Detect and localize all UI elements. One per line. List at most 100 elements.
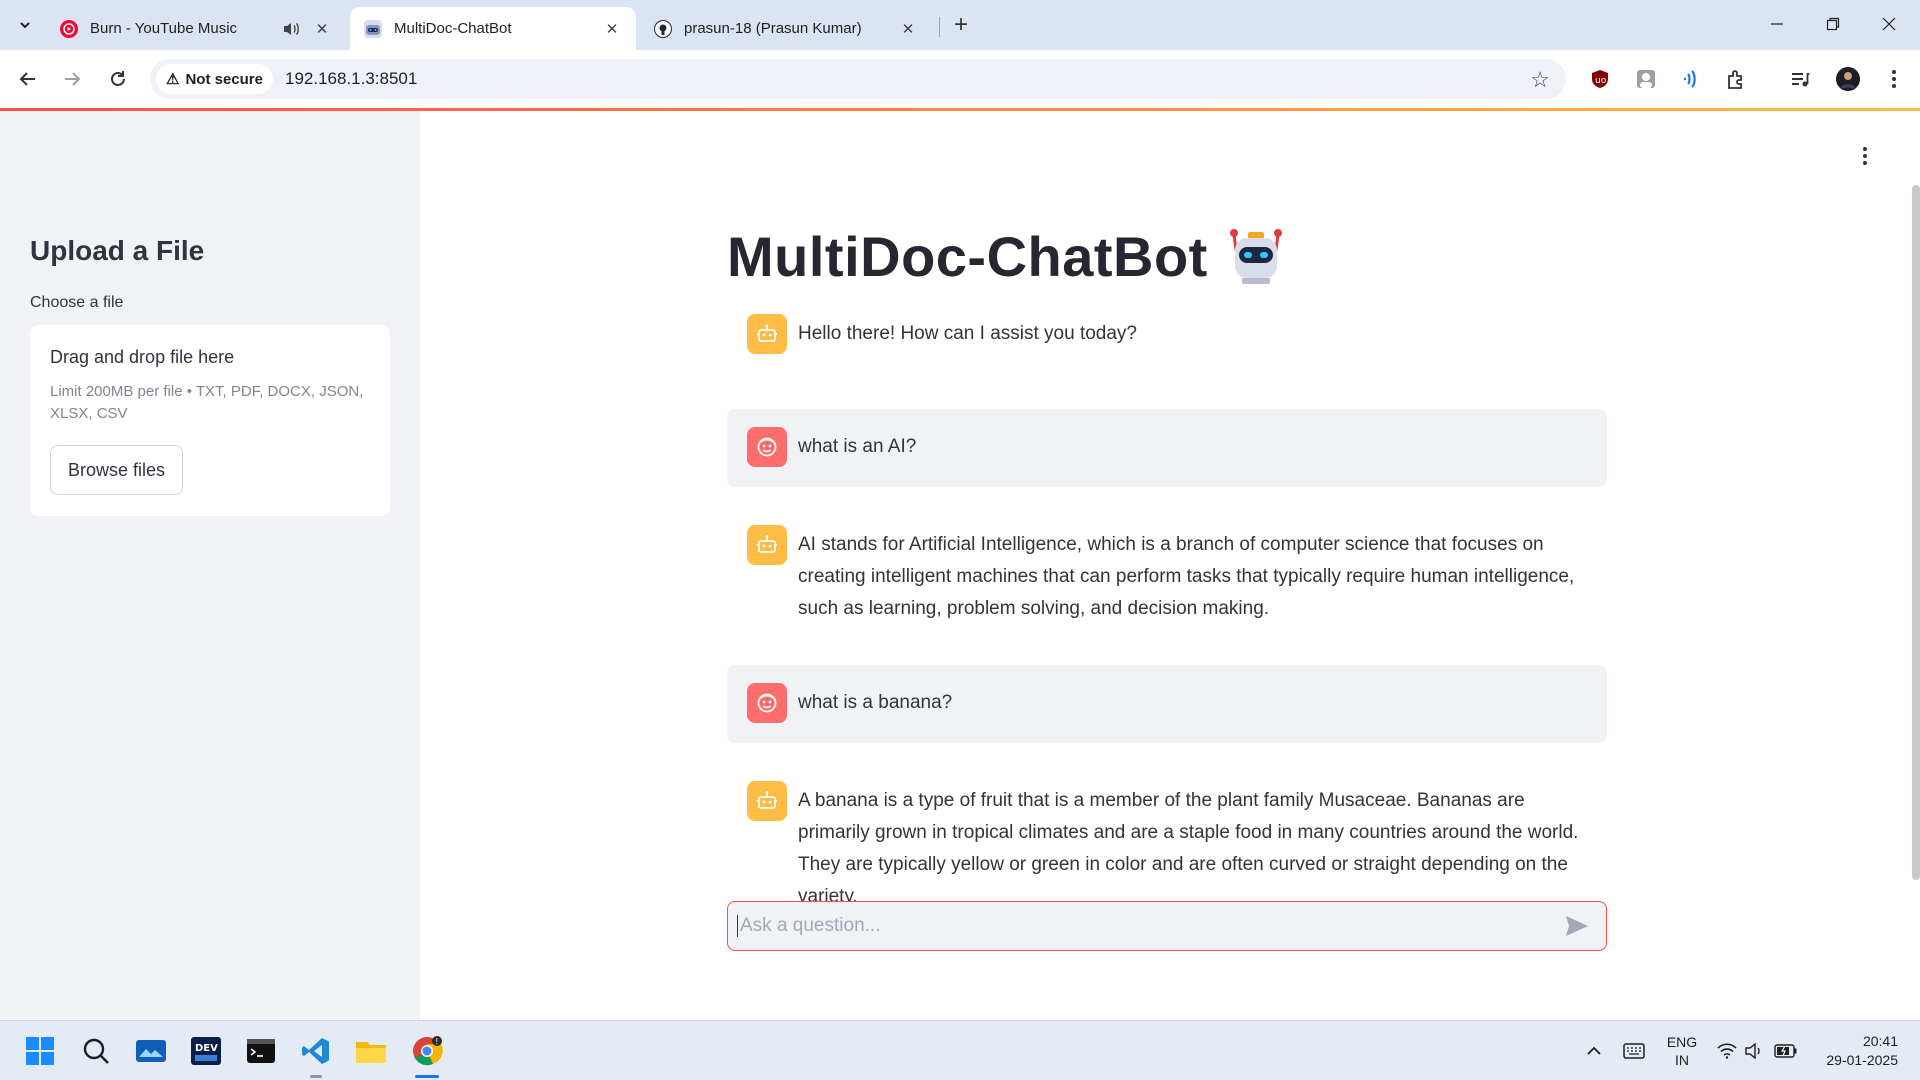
profile-avatar[interactable] <box>1834 65 1862 93</box>
read-aloud-extension-icon[interactable] <box>1676 65 1704 93</box>
close-tab-icon[interactable]: ✕ <box>898 19 918 39</box>
user-avatar-icon <box>747 427 787 467</box>
youtube-music-icon <box>60 19 78 38</box>
clock-time: 20:41 <box>1862 1033 1898 1049</box>
chat-message-assistant: AI stands for Artificial Intelligence, w… <box>727 507 1607 643</box>
file-explorer-icon[interactable] <box>353 1033 389 1069</box>
robot-emoji-icon <box>1229 228 1282 284</box>
github-icon <box>654 19 672 38</box>
page-title: MultiDoc-ChatBot <box>727 224 1284 289</box>
forward-button[interactable] <box>56 63 88 95</box>
browser-menu-icon[interactable] <box>1880 65 1908 93</box>
minimize-icon <box>1771 23 1783 25</box>
reload-icon <box>111 71 125 86</box>
language-indicator[interactable]: ENG IN <box>1662 1021 1702 1080</box>
tab-github[interactable]: prasun-18 (Prasun Kumar) ✕ <box>640 7 932 50</box>
dropzone-title: Drag and drop file here <box>50 347 235 367</box>
browse-files-button[interactable]: Browse files <box>50 445 183 495</box>
scrollbar[interactable] <box>1912 185 1920 880</box>
close-icon <box>1882 17 1896 31</box>
message-text: what is a banana? <box>798 692 953 713</box>
speaker-icon[interactable] <box>280 19 302 39</box>
tab-separator <box>939 17 940 37</box>
widgets-icon[interactable] <box>133 1033 169 1069</box>
new-tab-button[interactable]: + <box>946 10 976 40</box>
warning-triangle-icon: ⚠ <box>166 71 180 88</box>
menu-dot <box>1863 154 1867 158</box>
running-indicator <box>310 1075 322 1078</box>
wifi-icon[interactable] <box>1714 1021 1740 1080</box>
tab-multidoc-chatbot[interactable]: MultiDoc-ChatBot ✕ <box>350 7 636 50</box>
os-taskbar: DEV ! ENG IN 20:41 29-01-2025 <box>0 1020 1920 1080</box>
menu-dot <box>1863 161 1867 165</box>
clock-date: 29-01-2025 <box>1826 1052 1898 1068</box>
region-label: IN <box>1675 1052 1689 1068</box>
message-text: Hello there! How can I assist you today? <box>798 323 1138 344</box>
windows-start-icon[interactable] <box>22 1033 58 1069</box>
svg-text:!: ! <box>435 1037 438 1046</box>
robot-icon <box>364 19 382 38</box>
arrow-right-icon <box>65 72 81 86</box>
ublock-extension-icon[interactable]: uo <box>1586 65 1614 93</box>
file-uploader-label: Choose a file <box>30 294 124 311</box>
close-window-button[interactable] <box>1866 8 1912 40</box>
message-text: A banana is a type of fruit that is a me… <box>798 790 1579 907</box>
restore-button[interactable] <box>1810 8 1856 40</box>
menu-dot <box>1863 147 1867 151</box>
minimize-button[interactable] <box>1754 8 1800 40</box>
arrow-left-icon <box>19 72 35 86</box>
message-text: AI stands for Artificial Intelligence, w… <box>798 534 1575 619</box>
address-bar[interactable]: ⚠ Not secure 192.168.1.3:8501 ☆ <box>150 59 1566 99</box>
search-icon[interactable] <box>78 1033 114 1069</box>
tab-search-button[interactable] <box>10 10 40 40</box>
chevron-up-icon[interactable] <box>1582 1021 1606 1080</box>
terminal-icon[interactable] <box>243 1033 279 1069</box>
chat-message-user: what is an AI? <box>727 409 1607 487</box>
language-label: ENG <box>1666 1034 1698 1050</box>
message-text: what is an AI? <box>798 436 917 457</box>
system-clock[interactable]: 20:41 29-01-2025 <box>1808 1021 1898 1080</box>
svg-text:uo: uo <box>1595 76 1607 86</box>
browser-toolbar: ⚠ Not secure 192.168.1.3:8501 ☆ uo <box>0 50 1920 108</box>
media-control-icon[interactable] <box>1786 65 1814 93</box>
vscode-icon[interactable] <box>298 1033 334 1069</box>
dropzone-hint: Limit 200MB per file • TXT, PDF, DOCX, J… <box>50 383 364 422</box>
tab-title: MultiDoc-ChatBot <box>394 20 512 37</box>
tab-youtube-music[interactable]: Burn - YouTube Music ✕ <box>46 7 346 50</box>
site-security-chip[interactable]: ⚠ Not secure <box>156 64 273 94</box>
back-button[interactable] <box>12 63 44 95</box>
tab-title: prasun-18 (Prasun Kumar) <box>684 20 862 37</box>
active-indicator <box>415 1075 439 1078</box>
volume-icon[interactable] <box>1742 1021 1768 1080</box>
security-label: Not secure <box>185 70 263 88</box>
bot-avatar-icon <box>747 314 787 354</box>
page-title-text: MultiDoc-ChatBot <box>727 225 1208 288</box>
app-menu-button[interactable] <box>1853 141 1877 171</box>
chat-input-box[interactable]: Ask a question... <box>727 901 1607 951</box>
extensions-puzzle-icon[interactable] <box>1722 65 1750 93</box>
chat-message-assistant: Hello there! How can I assist you today? <box>727 296 1607 372</box>
chat-input-field[interactable]: Ask a question... <box>737 915 1564 937</box>
bookmark-star-icon[interactable]: ☆ <box>1530 67 1550 93</box>
reload-button[interactable] <box>102 63 134 95</box>
bot-avatar-icon <box>747 525 787 565</box>
chevron-down-icon <box>20 22 30 29</box>
profile-extension-icon[interactable] <box>1632 65 1660 93</box>
svg-text:DEV: DEV <box>195 1043 218 1054</box>
sidebar: Upload a File Choose a file Drag and dro… <box>0 111 420 1020</box>
dev-app-icon[interactable]: DEV <box>188 1033 224 1069</box>
tab-title: Burn - YouTube Music <box>90 20 238 37</box>
user-avatar-icon <box>747 683 787 723</box>
file-dropzone[interactable]: Drag and drop file here Limit 200MB per … <box>30 325 390 516</box>
restore-icon <box>1826 17 1840 31</box>
close-tab-icon[interactable]: ✕ <box>602 19 622 39</box>
browser-tab-strip: Burn - YouTube Music ✕ MultiDoc-ChatBot … <box>0 0 1920 50</box>
bot-avatar-icon <box>747 781 787 821</box>
sidebar-title: Upload a File <box>30 235 205 266</box>
close-tab-icon[interactable]: ✕ <box>312 19 332 39</box>
battery-icon[interactable] <box>1772 1021 1800 1080</box>
send-icon[interactable] <box>1564 913 1590 939</box>
url-text[interactable]: 192.168.1.3:8501 <box>285 69 417 89</box>
keyboard-icon[interactable] <box>1620 1021 1648 1080</box>
chrome-icon[interactable]: ! <box>409 1033 445 1069</box>
